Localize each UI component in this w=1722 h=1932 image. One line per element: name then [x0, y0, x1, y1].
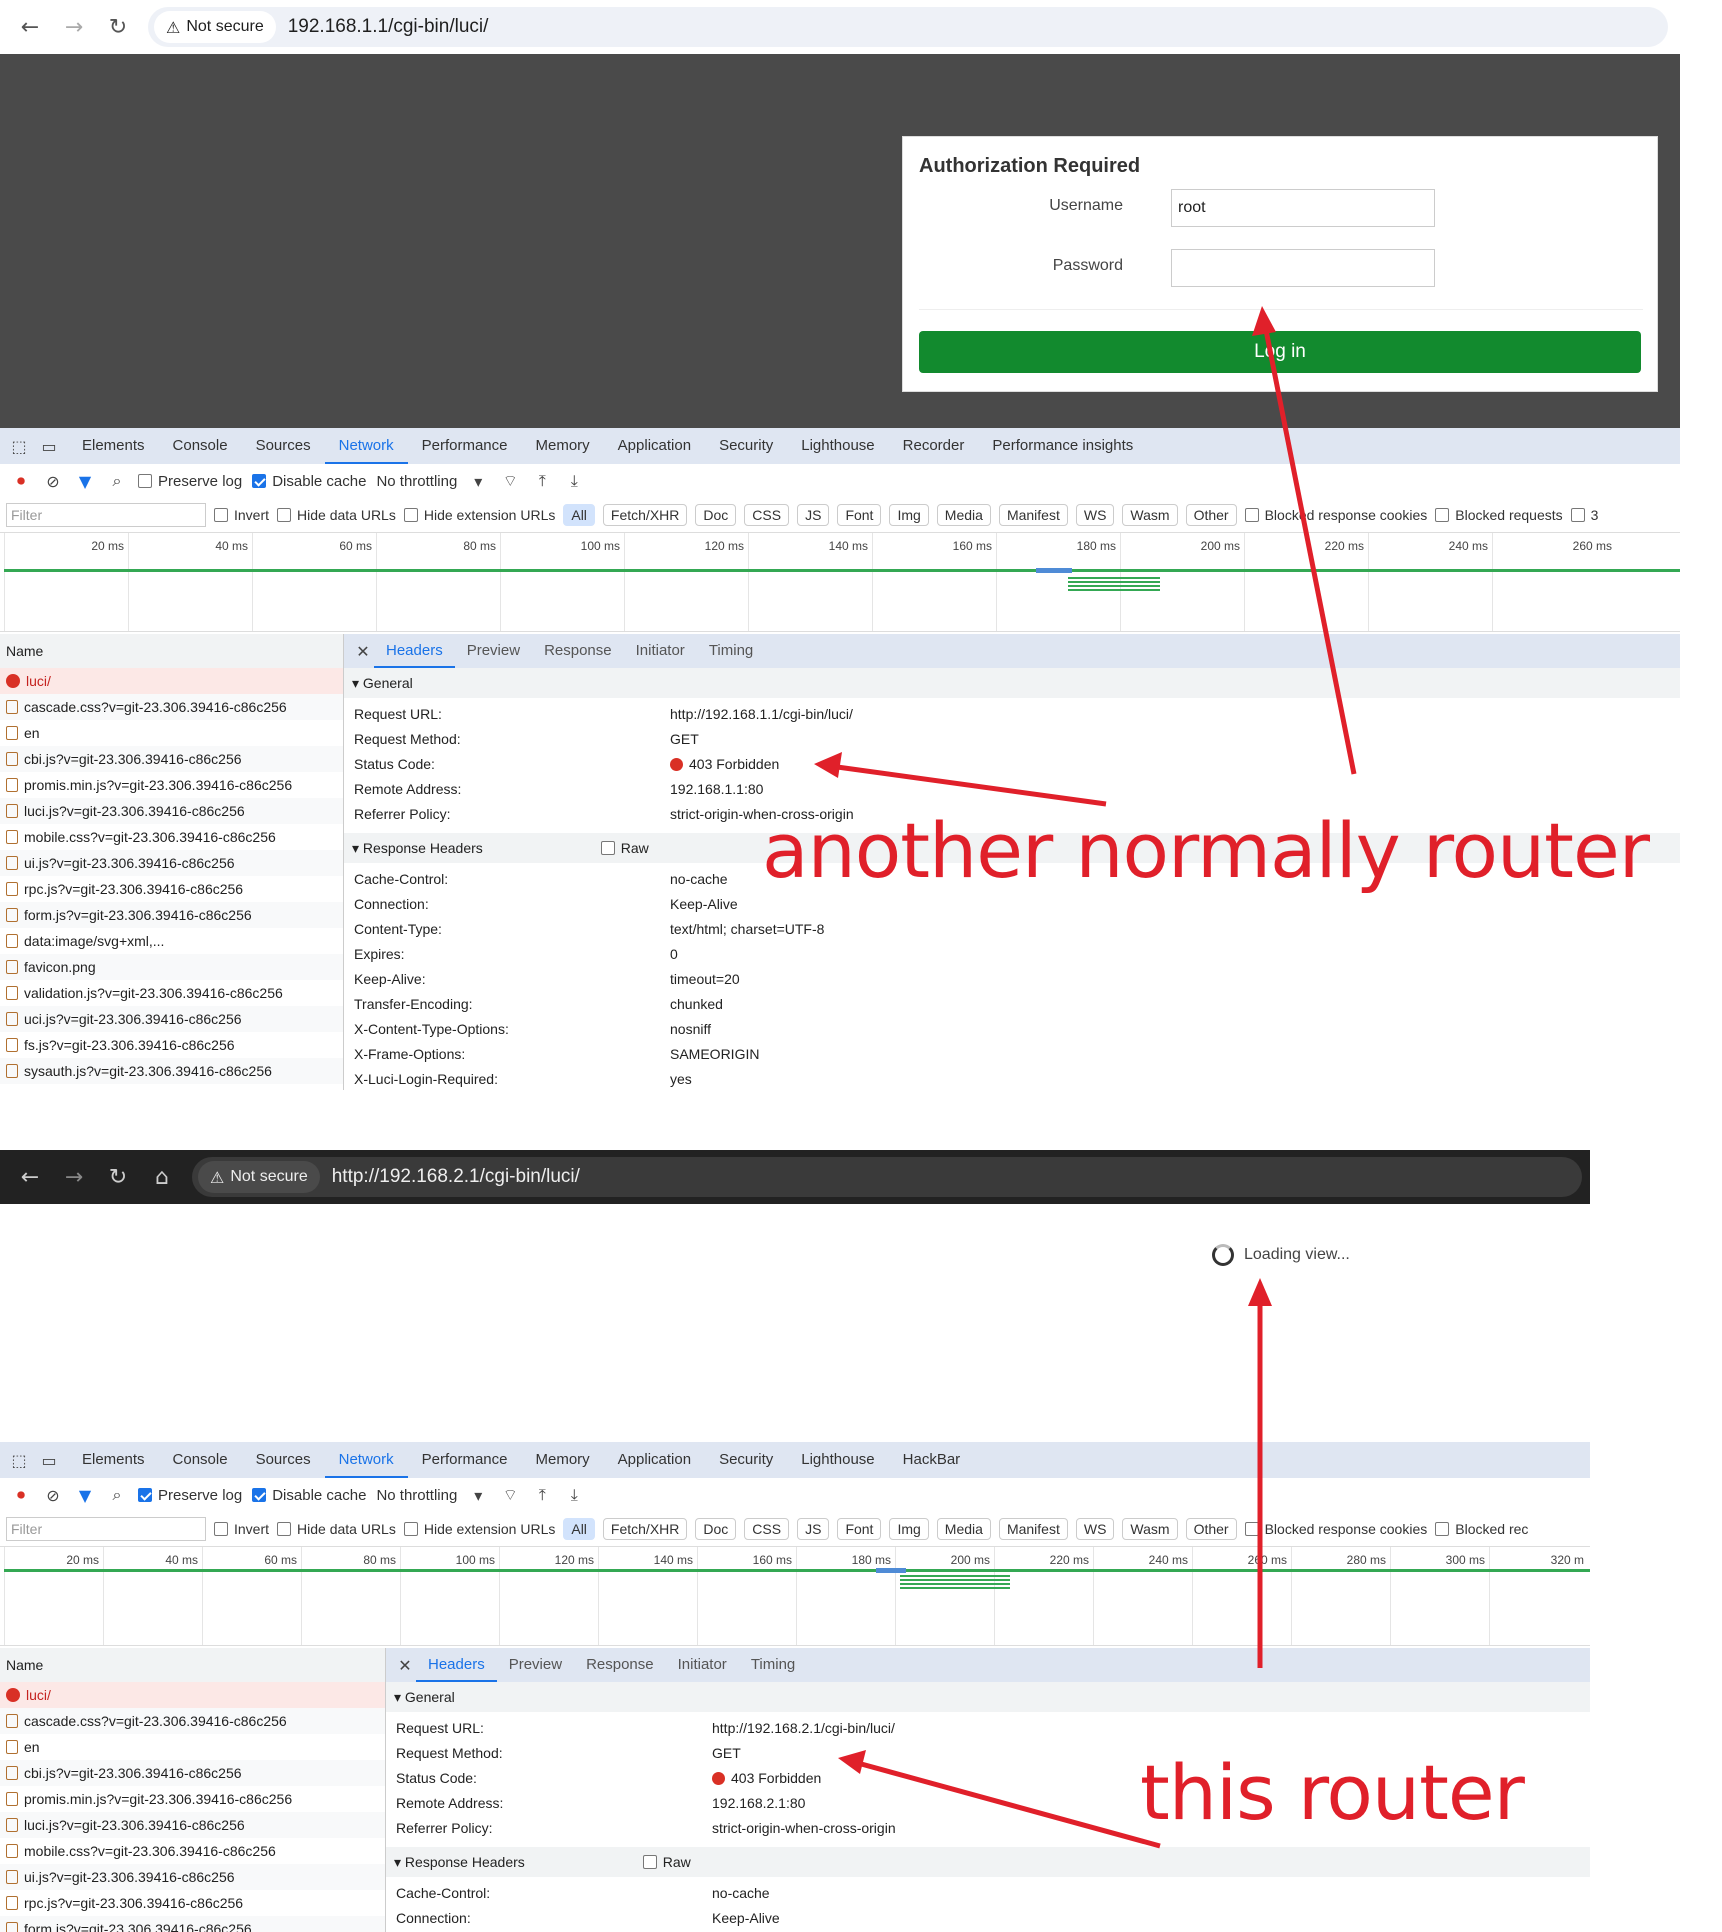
- arrowhead-loading: [1248, 1278, 1272, 1306]
- annotation-bottom: this router: [1140, 1748, 1525, 1837]
- annotation-arrows: [814, 306, 1357, 1849]
- arrow-to-bottom-status: [853, 1759, 1161, 1849]
- arrow-to-top-status: [829, 763, 1107, 807]
- annotation-top: another normally router: [762, 806, 1650, 895]
- arrowhead-top-status: [814, 752, 842, 778]
- arrowhead-bottom-status: [838, 1750, 866, 1774]
- arrowhead-login-form: [1252, 306, 1276, 336]
- arrow-to-login-form: [1261, 319, 1357, 775]
